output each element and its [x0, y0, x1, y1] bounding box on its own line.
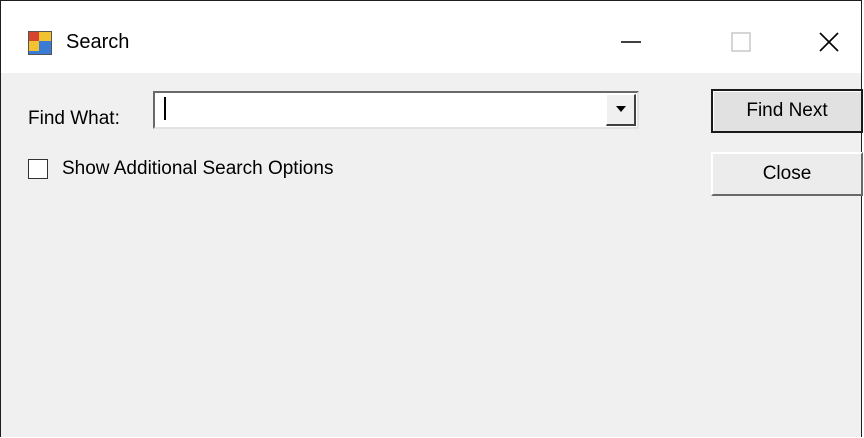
show-options-checkbox[interactable] [28, 159, 48, 179]
close-icon [817, 30, 841, 59]
title-bar[interactable]: Search [1, 1, 861, 73]
close-window-button[interactable] [801, 15, 857, 73]
maximize-icon [729, 30, 753, 59]
maximize-button[interactable] [713, 15, 769, 73]
window-title: Search [66, 31, 130, 53]
chevron-down-icon [614, 101, 628, 119]
show-options-label[interactable]: Show Additional Search Options [62, 157, 333, 181]
find-what-dropdown-button[interactable] [606, 94, 636, 126]
find-next-button[interactable]: Find Next [711, 89, 863, 133]
find-what-combobox[interactable] [153, 91, 639, 129]
search-dialog: Search Find What: Show Additional Search… [0, 0, 863, 437]
close-button[interactable]: Close [711, 152, 863, 196]
text-cursor [164, 97, 166, 120]
show-options-checkbox-row[interactable]: Show Additional Search Options [28, 157, 333, 181]
app-window-icon [28, 31, 52, 55]
minimize-icon [619, 30, 643, 59]
find-what-input[interactable] [159, 96, 599, 122]
find-what-label: Find What: [28, 108, 120, 129]
minimize-button[interactable] [603, 15, 659, 73]
